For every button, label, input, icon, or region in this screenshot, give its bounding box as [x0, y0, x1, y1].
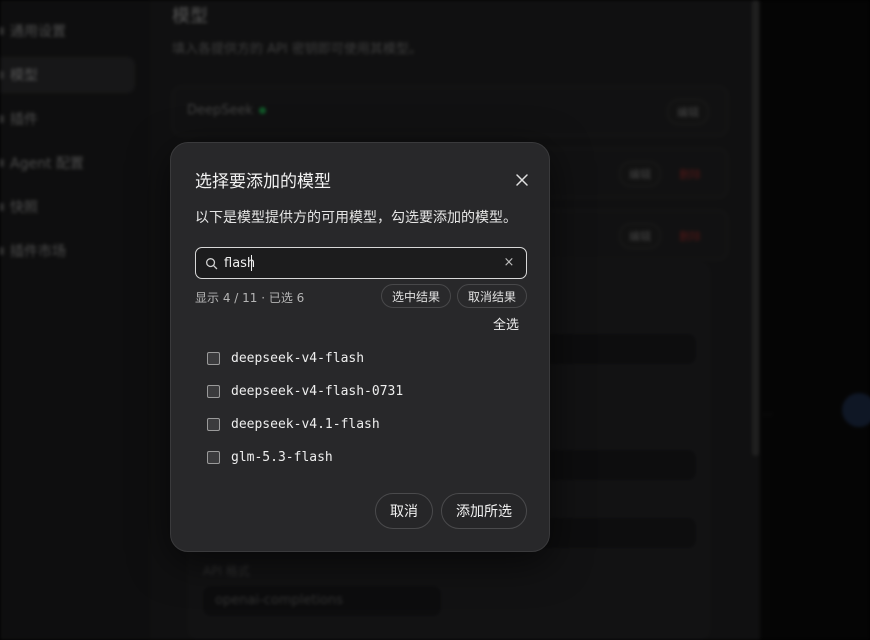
search-input[interactable]	[224, 252, 494, 274]
model-checkbox[interactable]	[207, 351, 220, 365]
cancel-button[interactable]: 取消	[375, 493, 433, 529]
select-models-dialog: 选择要添加的模型 以下是模型提供方的可用模型，勾选要添加的模型。 × 显示 4 …	[170, 142, 550, 552]
result-count: 显示 4 / 11 · 已选 6	[195, 291, 305, 305]
model-list-item[interactable]: glm-5.3-flash	[207, 443, 333, 471]
model-checkbox[interactable]	[207, 417, 220, 431]
close-icon	[516, 174, 528, 186]
select-results-button[interactable]: 选中结果	[381, 284, 452, 308]
model-name: deepseek-v4.1-flash	[231, 416, 380, 432]
dialog-description: 以下是模型提供方的可用模型，勾选要添加的模型。	[195, 210, 517, 226]
model-name: glm-5.3-flash	[231, 449, 333, 465]
add-selected-button[interactable]: 添加所选	[441, 493, 527, 529]
search-field[interactable]: ×	[195, 247, 527, 279]
model-name: deepseek-v4-flash	[231, 350, 365, 366]
clear-search-button[interactable]: ×	[501, 254, 517, 272]
search-icon	[206, 258, 218, 270]
model-list-item[interactable]: deepseek-v4-flash	[207, 344, 364, 372]
model-name: deepseek-v4-flash-0731	[231, 383, 404, 399]
deselect-results-button[interactable]: 取消结果	[457, 284, 528, 308]
model-checkbox[interactable]	[207, 384, 220, 398]
select-all-button[interactable]: 全选	[493, 314, 519, 333]
close-button[interactable]	[511, 169, 533, 191]
model-list-item[interactable]: deepseek-v4-flash-0731	[207, 377, 403, 405]
text-caret	[251, 255, 252, 271]
model-checkbox[interactable]	[207, 450, 220, 464]
model-list-item[interactable]: deepseek-v4.1-flash	[207, 410, 380, 438]
dialog-title: 选择要添加的模型	[195, 172, 331, 192]
